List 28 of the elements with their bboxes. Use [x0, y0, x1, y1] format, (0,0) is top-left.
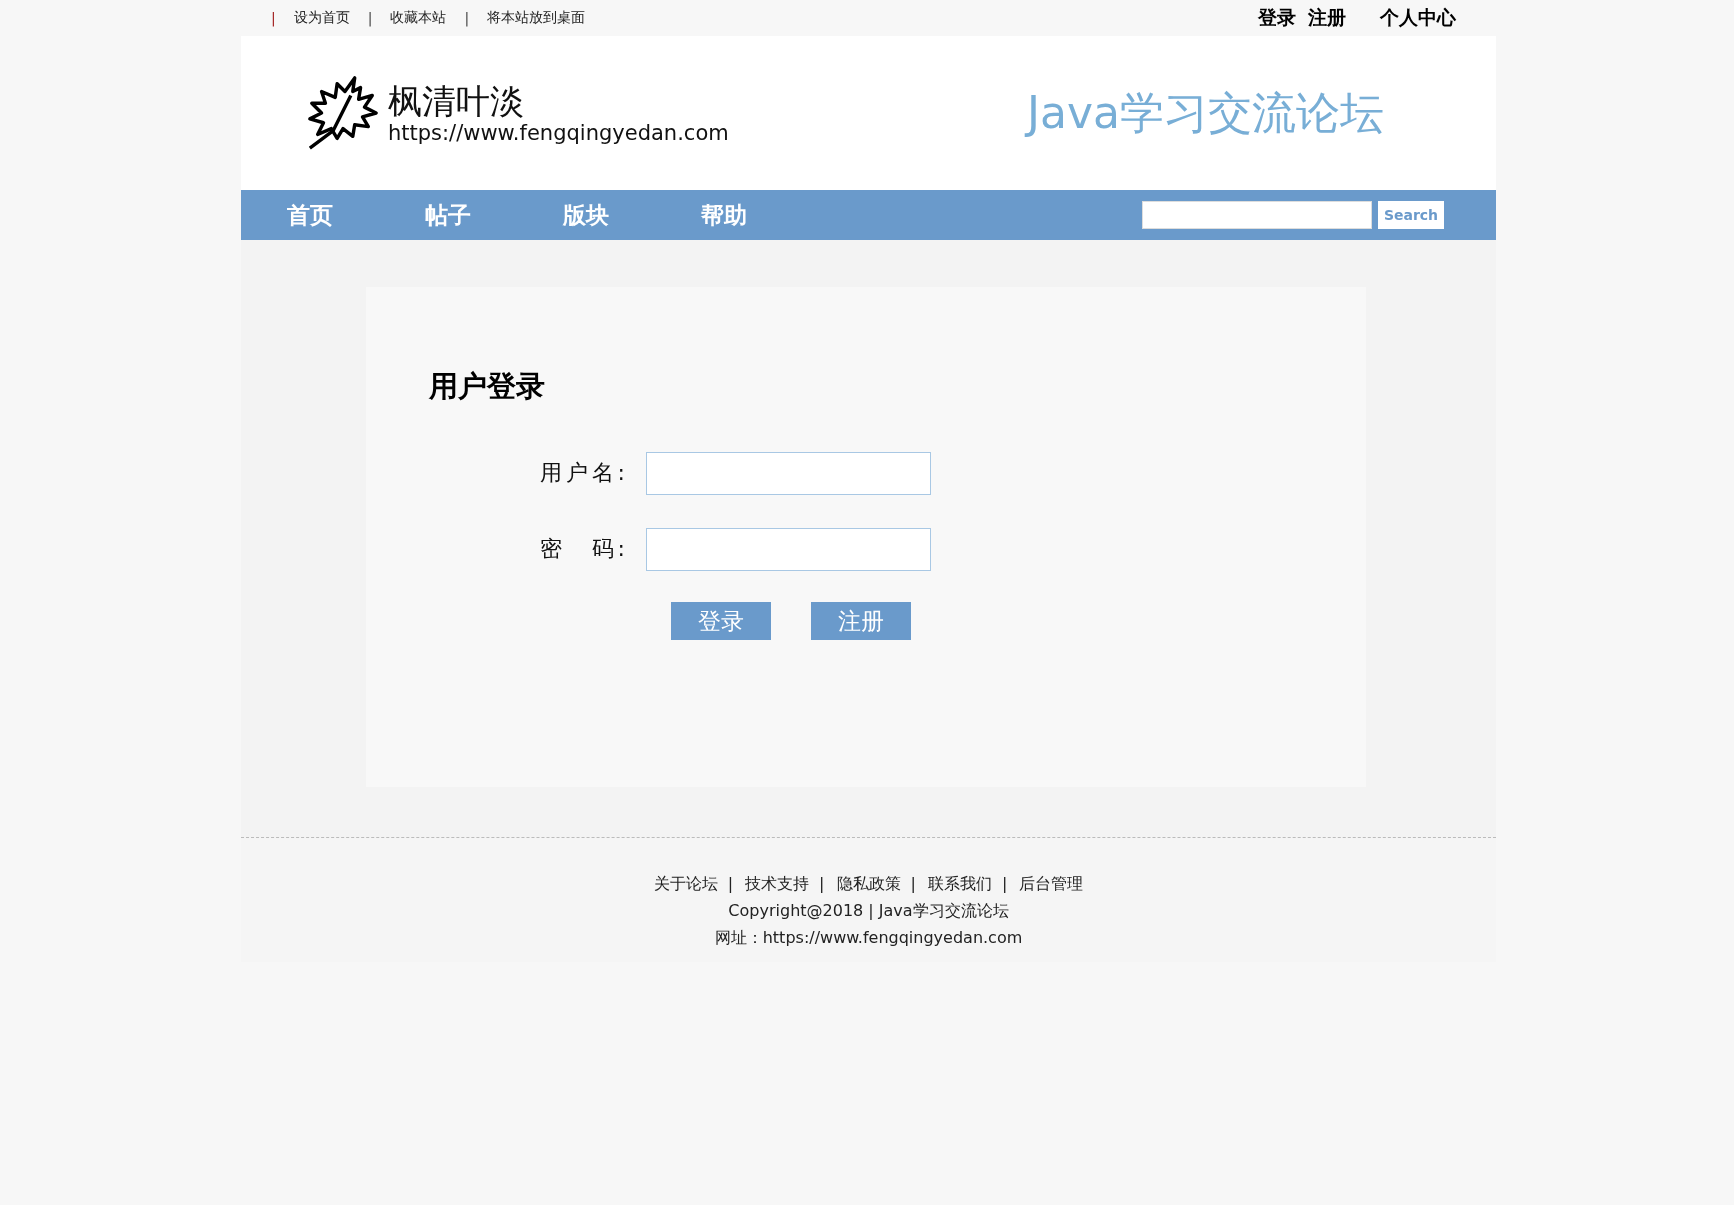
separator: |	[1001, 874, 1008, 895]
separator: |	[271, 10, 276, 26]
top-link[interactable]: 设为首页	[293, 9, 350, 27]
field-label: 密 码:	[538, 535, 629, 563]
top-link[interactable]: 收藏本站	[390, 9, 447, 27]
footer-link[interactable]: 隐私政策	[836, 874, 901, 895]
separator: |	[819, 874, 825, 895]
account-link[interactable]: 个人中心	[1380, 5, 1456, 31]
separator: |	[464, 10, 470, 26]
site-address: 网址：https://www.fengqingyedan.com	[714, 928, 1023, 949]
separator: |	[367, 10, 373, 26]
top-link[interactable]: 将本站放到桌面	[487, 9, 586, 27]
footer-link[interactable]: 联系我们	[927, 874, 992, 895]
separator: |	[910, 874, 916, 895]
account-link[interactable]: 登录	[1258, 5, 1296, 31]
copyright-text: Copyright@2018 | Java学习交流论坛	[728, 901, 1009, 922]
site-url: https://www.fengqingyedan.com	[388, 121, 729, 146]
search-field[interactable]	[1142, 201, 1372, 229]
input-field[interactable]	[646, 527, 931, 571]
footer-link[interactable]: 技术支持	[745, 874, 810, 895]
site-name: 枫清叶淡	[388, 80, 525, 122]
field-label: 用户名:	[538, 459, 629, 487]
footer-link[interactable]: 后台管理	[1019, 874, 1084, 895]
login-title: 用户登录	[429, 368, 545, 405]
account-link[interactable]: 注册	[1308, 5, 1346, 31]
footer-link[interactable]: 关于论坛	[653, 874, 718, 895]
separator: |	[727, 874, 734, 895]
input-field[interactable]	[646, 451, 931, 495]
